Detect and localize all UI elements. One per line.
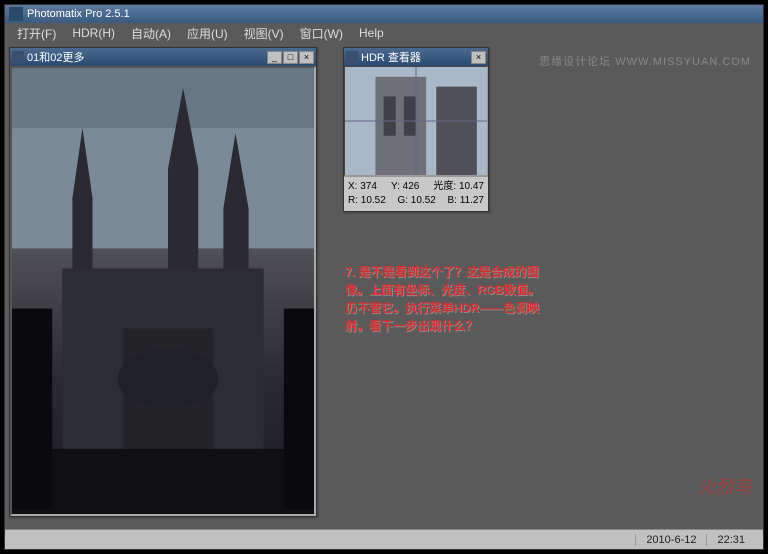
document-window[interactable]: 01和02更多 _ □ × <box>9 47 317 517</box>
hdr-g-value: 10.52 <box>411 195 436 206</box>
status-time: 22:31 <box>706 534 755 546</box>
watermark-top-right: 思缘设计论坛 WWW.MISSYUAN.COM <box>539 53 751 69</box>
hdr-g-label: G: <box>397 195 408 206</box>
hdr-b-label: B: <box>447 195 456 206</box>
hdr-preview-image <box>344 66 488 176</box>
document-icon <box>12 51 24 63</box>
hdr-icon <box>346 51 358 63</box>
menu-help[interactable]: Help <box>351 24 392 42</box>
document-image <box>10 66 316 516</box>
hdr-viewer-window[interactable]: HDR 查看器 × X: 374 Y: <box>343 47 489 212</box>
hdr-x-value: 374 <box>360 181 377 192</box>
menu-auto[interactable]: 自动(A) <box>123 23 179 44</box>
menu-view[interactable]: 视图(V) <box>236 23 292 44</box>
workspace: 01和02更多 _ □ × <box>5 43 763 529</box>
minimize-button[interactable]: _ <box>267 51 282 64</box>
document-title: 01和02更多 <box>27 49 267 65</box>
hdr-y-label: Y: <box>391 181 400 192</box>
close-button[interactable]: × <box>299 51 314 64</box>
hdr-lum-label: 光度: <box>433 181 456 192</box>
menubar: 打开(F) HDR(H) 自动(A) 应用(U) 视图(V) 窗口(W) Hel… <box>5 23 763 43</box>
hdr-close-button[interactable]: × <box>471 51 486 64</box>
document-titlebar[interactable]: 01和02更多 _ □ × <box>10 48 316 66</box>
hdr-x-label: X: <box>348 181 357 192</box>
hdr-r-value: 10.52 <box>361 195 386 206</box>
hdr-y-value: 426 <box>403 181 420 192</box>
status-date: 2010-6-12 <box>635 534 706 546</box>
hdr-lum-value: 10.47 <box>459 181 484 192</box>
menu-window[interactable]: 窗口(W) <box>292 23 351 44</box>
tutorial-annotation: 7. 是不是看到这个了？这是合成的图像。上面有坐标、光度、RGB数值。仍不管它。… <box>345 263 545 335</box>
menu-hdr[interactable]: HDR(H) <box>64 24 123 42</box>
menu-open[interactable]: 打开(F) <box>9 23 64 44</box>
app-window: Photomatix Pro 2.5.1 打开(F) HDR(H) 自动(A) … <box>4 4 764 550</box>
maximize-button[interactable]: □ <box>283 51 298 64</box>
app-titlebar: Photomatix Pro 2.5.1 <box>5 5 763 23</box>
hdr-info-panel: X: 374 Y: 426 光度: 10.47 R: 10.52 G: 10.5… <box>344 176 488 211</box>
hdr-r-label: R: <box>348 195 358 206</box>
app-title: Photomatix Pro 2.5.1 <box>27 8 130 20</box>
hdr-titlebar[interactable]: HDR 查看器 × <box>344 48 488 66</box>
hdr-b-value: 11.27 <box>460 195 484 206</box>
menu-app[interactable]: 应用(U) <box>179 23 236 44</box>
hdr-title: HDR 查看器 <box>361 49 471 65</box>
app-icon <box>9 7 23 21</box>
statusbar: 2010-6-12 22:31 <box>5 529 763 549</box>
watermark-bottom-right: 火烈鸟 <box>697 473 751 499</box>
